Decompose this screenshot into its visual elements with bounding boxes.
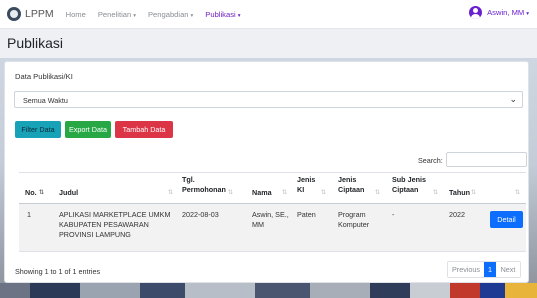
logo-icon[interactable] <box>7 7 21 21</box>
brand-name[interactable]: LPPM <box>25 8 54 20</box>
nav-item-penelitian[interactable]: Penelitian ▾ <box>98 10 136 19</box>
user-menu[interactable]: Aswin, MM ▾ <box>469 6 529 19</box>
pagination: Previous 1 Next <box>447 261 521 278</box>
cell-judul: APLIKASI MARKETPLACE UMKM KABUPATEN PESA… <box>59 210 171 239</box>
publikasi-card: Data Publikasi/KI Semua Waktu ⌄ Filter D… <box>4 61 529 283</box>
cell-tgl: 2022-08-03 <box>182 210 219 219</box>
column-nama[interactable]: Nama <box>252 188 272 198</box>
cell-sub-jenis: - <box>392 210 395 219</box>
table-info: Showing 1 to 1 of 1 entries <box>15 267 101 276</box>
sort-icon: ⇅ <box>228 190 234 196</box>
column-jenis-ciptaan[interactable]: Jenis Ciptaan <box>338 175 376 195</box>
column-jenis-ki[interactable]: Jenis KI <box>297 175 319 195</box>
caret-down-icon: ▾ <box>237 12 241 19</box>
nav-item-penelitian-label: Penelitian <box>97 9 132 19</box>
title-band: Publikasi <box>0 29 537 58</box>
column-judul[interactable]: Judul <box>59 188 78 198</box>
page-1-button[interactable]: 1 <box>484 262 496 277</box>
column-sub-jenis-ciptaan[interactable]: Sub Jenis Ciptaan <box>392 175 432 195</box>
navbar: LPPM Home Penelitian ▾ Pengabdian ▾ Publik… <box>0 0 537 29</box>
nav-item-pengabdian-label: Pengabdian <box>147 9 189 19</box>
sort-icon: ⇅ <box>375 190 381 196</box>
sort-icon: ⇅ <box>282 190 288 196</box>
column-tgl-permohonan[interactable]: Tgl. Permohonan <box>182 175 226 195</box>
sort-icon: ⇅ <box>515 190 521 196</box>
nav-item-home-label: Home <box>65 9 86 19</box>
filter-data-button[interactable]: Filter Data <box>15 121 61 138</box>
nav-item-home[interactable]: Home <box>66 10 86 19</box>
background-photo <box>0 283 537 298</box>
sort-active-icon: ⇅ <box>39 190 45 196</box>
detail-button[interactable]: Detail <box>490 211 523 228</box>
sort-icon: ⇅ <box>433 190 439 196</box>
chevron-down-icon: ⌄ <box>509 94 517 104</box>
user-name-label: Aswin, MM <box>487 8 525 17</box>
page-title: Publikasi <box>7 35 64 51</box>
cell-nama: Aswin, SE., MM <box>252 210 289 229</box>
caret-down-icon: ▾ <box>526 11 529 17</box>
nav-item-publikasi-label: Publikasi <box>205 9 236 19</box>
cell-no: 1 <box>27 210 31 219</box>
table-header: No. ⇅ Judul ⇅ Tgl. Permohonan ⇅ Nama ⇅ J… <box>19 172 526 204</box>
search-label: Search: <box>418 156 443 165</box>
export-data-button[interactable]: Export Data <box>65 121 111 138</box>
sort-icon: ⇅ <box>471 190 477 196</box>
tambah-data-button[interactable]: Tambah Data <box>115 121 173 138</box>
user-name: Aswin, MM ▾ <box>487 8 529 17</box>
next-page-button[interactable]: Next <box>496 262 520 277</box>
publikasi-table: No. ⇅ Judul ⇅ Tgl. Permohonan ⇅ Nama ⇅ J… <box>19 172 526 252</box>
card-title: Data Publikasi/KI <box>15 72 73 81</box>
cell-jenis-ciptaan: Program Komputer <box>338 210 370 229</box>
search-input[interactable] <box>446 152 527 167</box>
time-filter-value: Semua Waktu <box>23 96 68 105</box>
caret-down-icon: ▾ <box>190 12 194 19</box>
table-row: 1 APLIKASI MARKETPLACE UMKM KABUPATEN PE… <box>19 204 526 252</box>
column-tahun[interactable]: Tahun <box>449 188 470 198</box>
previous-page-button[interactable]: Previous <box>448 262 484 277</box>
nav-item-publikasi[interactable]: Publikasi ▾ <box>205 10 240 19</box>
cell-tahun: 2022 <box>449 210 465 219</box>
sort-icon: ⇅ <box>321 190 327 196</box>
user-avatar-icon <box>469 6 483 19</box>
time-filter-select[interactable]: Semua Waktu ⌄ <box>14 91 523 108</box>
sort-icon: ⇅ <box>168 190 174 196</box>
caret-down-icon: ▾ <box>133 12 136 19</box>
column-no[interactable]: No. <box>25 188 37 198</box>
cell-jenis-ki: Paten <box>297 210 316 219</box>
nav-item-pengabdian[interactable]: Pengabdian ▾ <box>148 10 193 19</box>
